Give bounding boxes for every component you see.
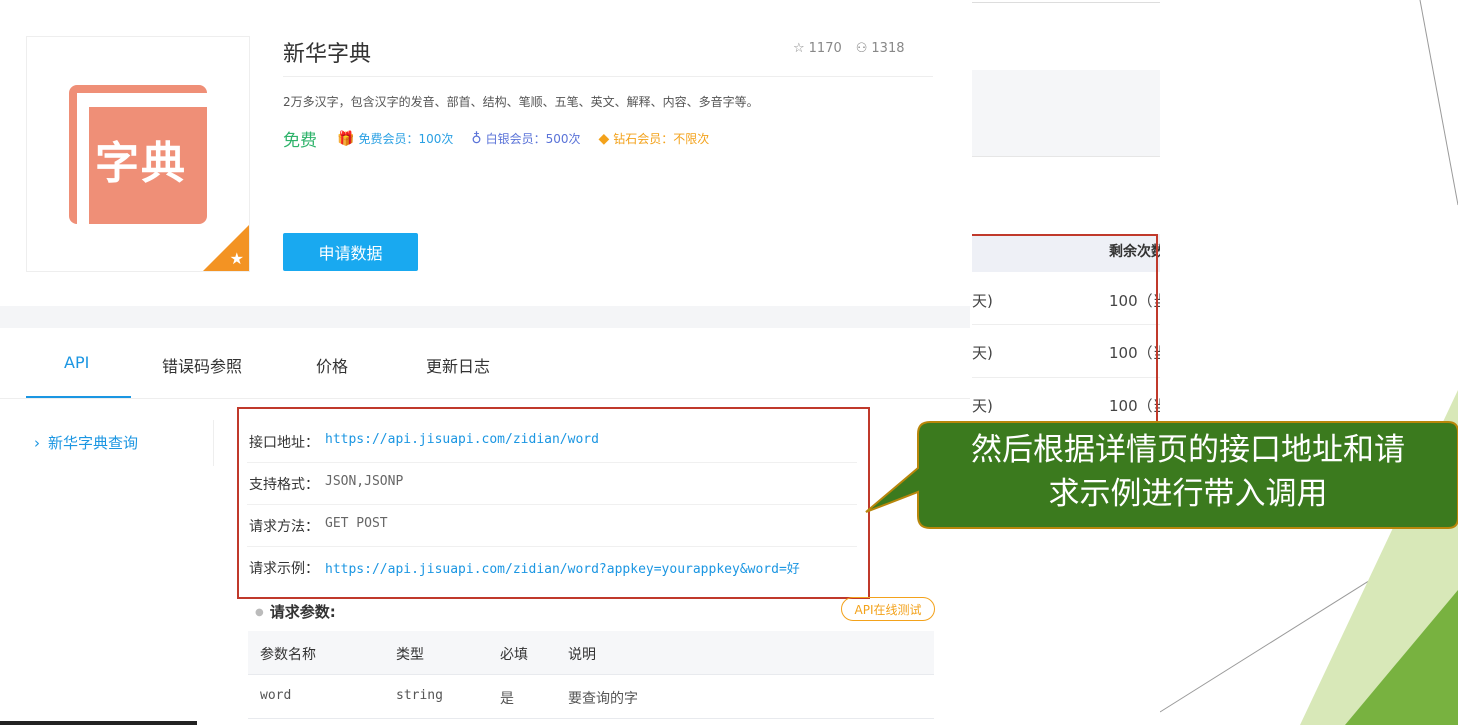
callout-line-1: 然后根据详情页的接口地址和请	[971, 432, 1405, 468]
callout-bubble	[865, 421, 1458, 529]
callout-line-2: 求示例进行带入调用	[1048, 476, 1328, 512]
callout-text: 然后根据详情页的接口地址和请 求示例进行带入调用	[920, 428, 1456, 522]
